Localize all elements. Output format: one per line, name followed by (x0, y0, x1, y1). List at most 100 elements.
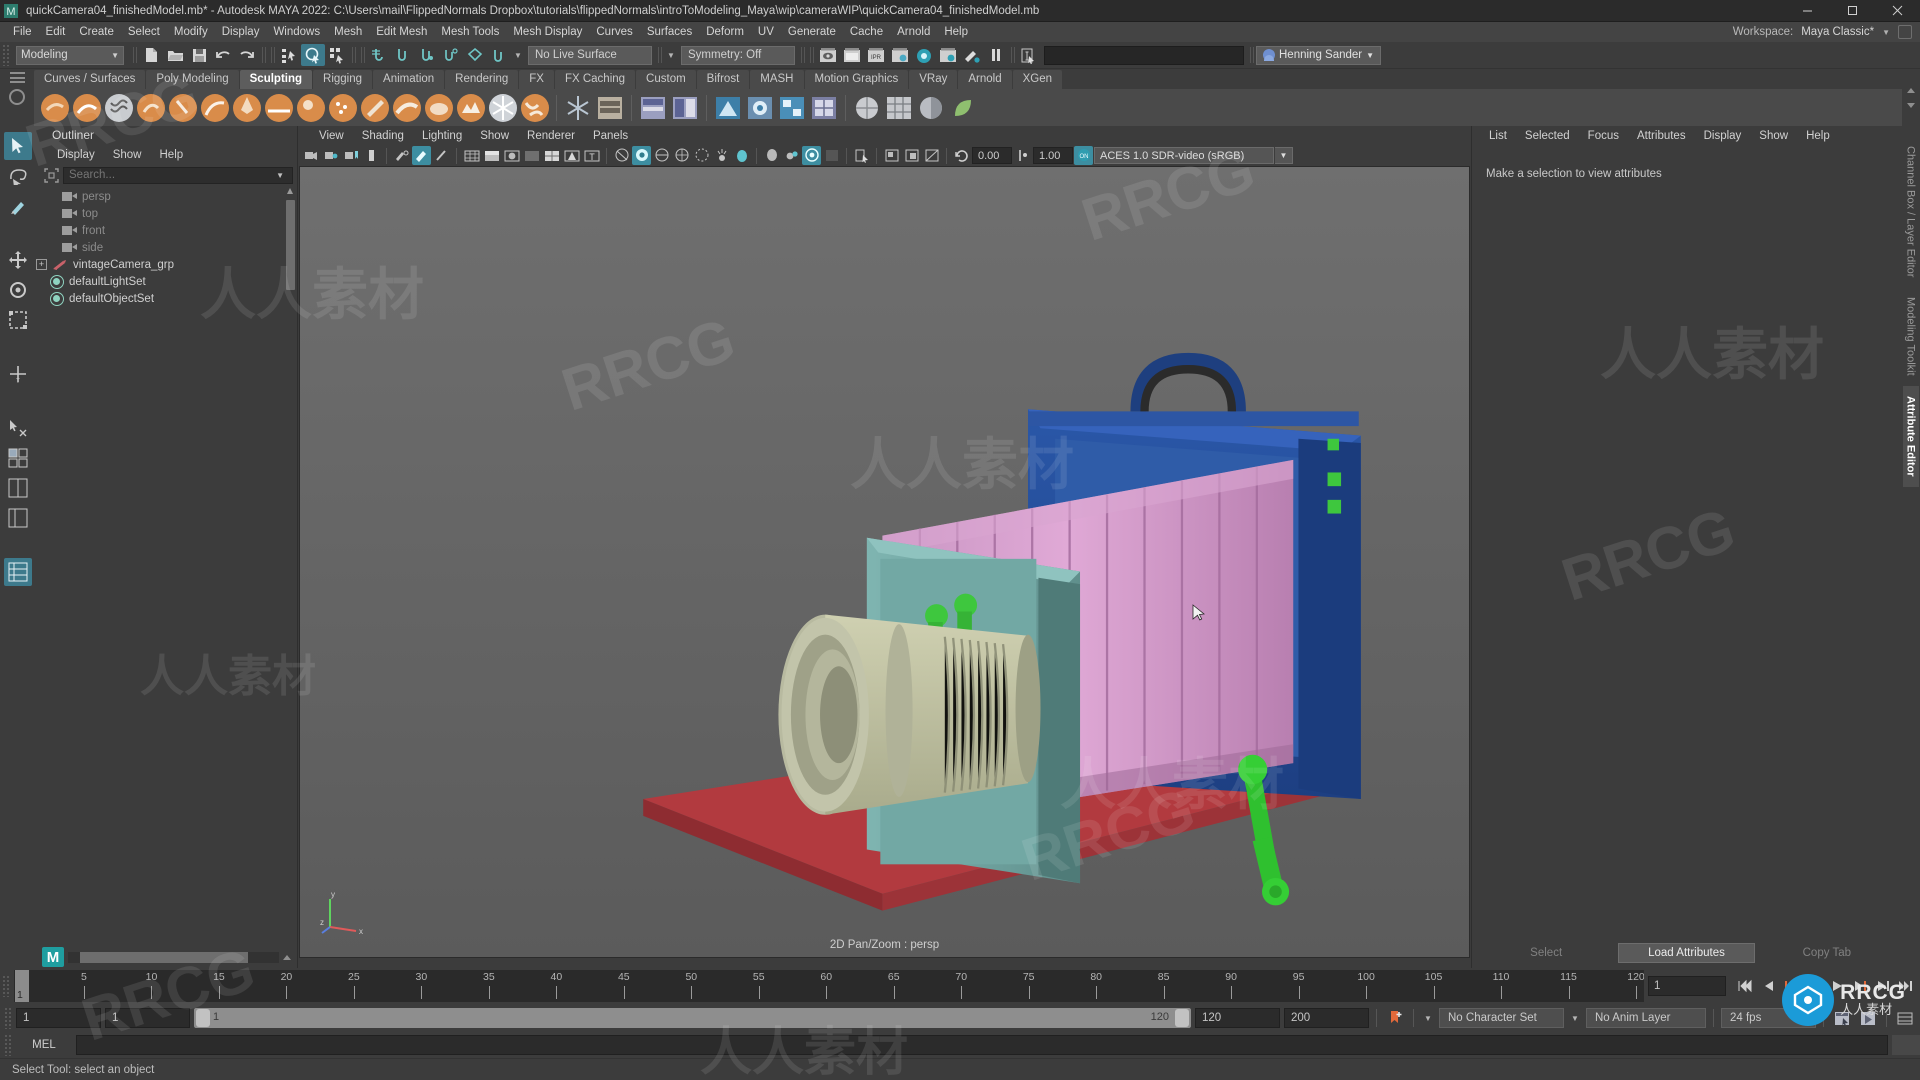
select-camera-icon[interactable] (302, 146, 321, 165)
outliner-horizontal-scrollbar[interactable] (68, 951, 279, 963)
load-attributes-button[interactable]: Load Attributes (1618, 943, 1755, 963)
ambient-occlusion-icon[interactable] (632, 146, 651, 165)
animation-layer-editor-button[interactable] (1894, 1008, 1916, 1029)
scroll-up-icon[interactable] (283, 954, 291, 960)
shelf-tab-mash[interactable]: MASH (750, 70, 804, 89)
scrollbar-thumb[interactable] (286, 200, 295, 290)
freeze-tool-icon[interactable] (488, 93, 518, 123)
select-by-object-type-button[interactable] (301, 44, 325, 66)
3d-viewport[interactable]: y x z 2D Pan/Zoom : persp (299, 166, 1470, 958)
outliner-item-side[interactable]: side (36, 239, 297, 256)
exposure-reset-icon[interactable] (952, 146, 971, 165)
spotlight-icon[interactable] (712, 146, 731, 165)
four-view-layout-button[interactable] (4, 444, 32, 472)
outliner-menu-show[interactable]: Show (104, 149, 151, 161)
animation-start-field[interactable]: 1 (16, 1008, 101, 1028)
render-settings-button[interactable] (888, 44, 912, 66)
pause-render-button[interactable] (984, 44, 1008, 66)
expand-plus-icon[interactable]: + (36, 259, 47, 270)
ae-menu-selected[interactable]: Selected (1516, 130, 1579, 142)
select-by-hierarchy-button[interactable] (277, 44, 301, 66)
shelf-tab-motion-graphics[interactable]: Motion Graphics (804, 70, 909, 89)
undo-button[interactable] (211, 44, 235, 66)
outliner-vertical-scrollbar[interactable] (286, 188, 295, 944)
exposure-field[interactable]: 0.00 (972, 147, 1012, 164)
make-live-button[interactable] (487, 44, 511, 66)
menu-surfaces[interactable]: Surfaces (640, 22, 699, 42)
use-default-lighting-icon[interactable] (562, 146, 581, 165)
shelf-tab-rigging[interactable]: Rigging (313, 70, 373, 89)
menu-curves[interactable]: Curves (589, 22, 639, 42)
menu-modify[interactable]: Modify (167, 22, 215, 42)
new-scene-button[interactable] (139, 44, 163, 66)
move-tool-button[interactable] (4, 246, 32, 274)
grab-tool-icon[interactable] (200, 93, 230, 123)
display-textures-icon[interactable] (922, 146, 941, 165)
select-camera-manip-icon[interactable] (852, 146, 871, 165)
fps-field[interactable]: 24 fps (1721, 1008, 1816, 1028)
smooth-tool-icon[interactable] (72, 93, 102, 123)
flatten-tool-icon[interactable] (264, 93, 294, 123)
image-plane-icon[interactable] (362, 146, 381, 165)
workspace-layout-icon[interactable] (1898, 25, 1912, 39)
wireframe-shading-icon[interactable] (462, 146, 481, 165)
range-bar-fill[interactable] (194, 1008, 1191, 1028)
select-button[interactable]: Select (1478, 943, 1614, 963)
search-input[interactable] (69, 169, 277, 181)
symmetry-field[interactable]: Symmetry: Off (681, 45, 795, 65)
shelf-tab-custom[interactable]: Custom (636, 70, 696, 89)
hypergraph-layout-button[interactable] (4, 558, 32, 586)
repeat-tool-icon[interactable] (136, 93, 166, 123)
two-d-pan-zoom-icon[interactable] (392, 146, 411, 165)
shelf-tab-poly-modeling[interactable]: Poly Modeling (146, 70, 239, 89)
animation-preferences-button[interactable] (1831, 1008, 1853, 1029)
shelf-tab-rendering[interactable]: Rendering (445, 70, 519, 89)
imprint-tool-icon[interactable] (168, 93, 198, 123)
scroll-up-icon[interactable] (287, 188, 293, 194)
ae-menu-attributes[interactable]: Attributes (1628, 130, 1695, 142)
lasso-tool-button[interactable] (4, 162, 32, 190)
shadows-icon[interactable] (612, 146, 631, 165)
time-cursor[interactable]: 1 (15, 970, 29, 1002)
close-button[interactable] (1875, 0, 1920, 22)
quick-select-input[interactable] (1044, 45, 1244, 65)
xray-mode-icon[interactable] (802, 146, 821, 165)
workspace-chevron-down-icon[interactable]: ▼ (1882, 28, 1890, 37)
universal-manip-tool-button[interactable]: T (4, 360, 32, 388)
foamy-tool-icon[interactable] (296, 93, 326, 123)
shelf-tab-vray[interactable]: VRay (909, 70, 958, 89)
uv-toolkit-icon[interactable] (745, 93, 775, 123)
symmetry-chevron-down-icon[interactable]: ▼ (664, 51, 678, 60)
hypershade-button[interactable] (912, 44, 936, 66)
color-management-toggle[interactable]: ON (1074, 146, 1093, 165)
live-surface-field[interactable]: No Live Surface (528, 45, 652, 65)
render-view-button[interactable] (936, 44, 960, 66)
range-handle-end[interactable] (1175, 1009, 1189, 1027)
menu-edit-mesh[interactable]: Edit Mesh (369, 22, 434, 42)
go-to-start-button[interactable] (1734, 976, 1755, 997)
menu-display[interactable]: Display (215, 22, 267, 42)
textured-mode-icon[interactable] (542, 146, 561, 165)
menu-arnold[interactable]: Arnold (890, 22, 937, 42)
command-line-grip[interactable] (4, 1034, 12, 1056)
outliner-item-defaultlightset[interactable]: defaultLightSet (36, 273, 297, 290)
animation-end-field[interactable]: 200 (1284, 1008, 1369, 1028)
redo-previous-render-button[interactable] (840, 44, 864, 66)
ae-menu-list[interactable]: List (1480, 130, 1516, 142)
step-back-button[interactable] (1757, 976, 1778, 997)
camera-attributes-icon[interactable] (322, 146, 341, 165)
save-scene-button[interactable] (187, 44, 211, 66)
isolate-select-icon[interactable] (732, 146, 751, 165)
range-handle-start[interactable] (196, 1009, 210, 1027)
shaded-mode-icon[interactable] (522, 146, 541, 165)
snap-to-view-planes-button[interactable] (463, 44, 487, 66)
script-editor-button[interactable] (1892, 1035, 1920, 1055)
menu-file[interactable]: File (6, 22, 39, 42)
bookmarks-icon[interactable] (342, 146, 361, 165)
uv-editor-icon[interactable] (713, 93, 743, 123)
outliner-menu-display[interactable]: Display (48, 149, 104, 161)
smooth-shade-all-icon[interactable] (482, 146, 501, 165)
shelf-options-icon[interactable] (9, 89, 25, 105)
bulge-tool-icon[interactable] (424, 93, 454, 123)
uv-layout-icon[interactable] (809, 93, 839, 123)
